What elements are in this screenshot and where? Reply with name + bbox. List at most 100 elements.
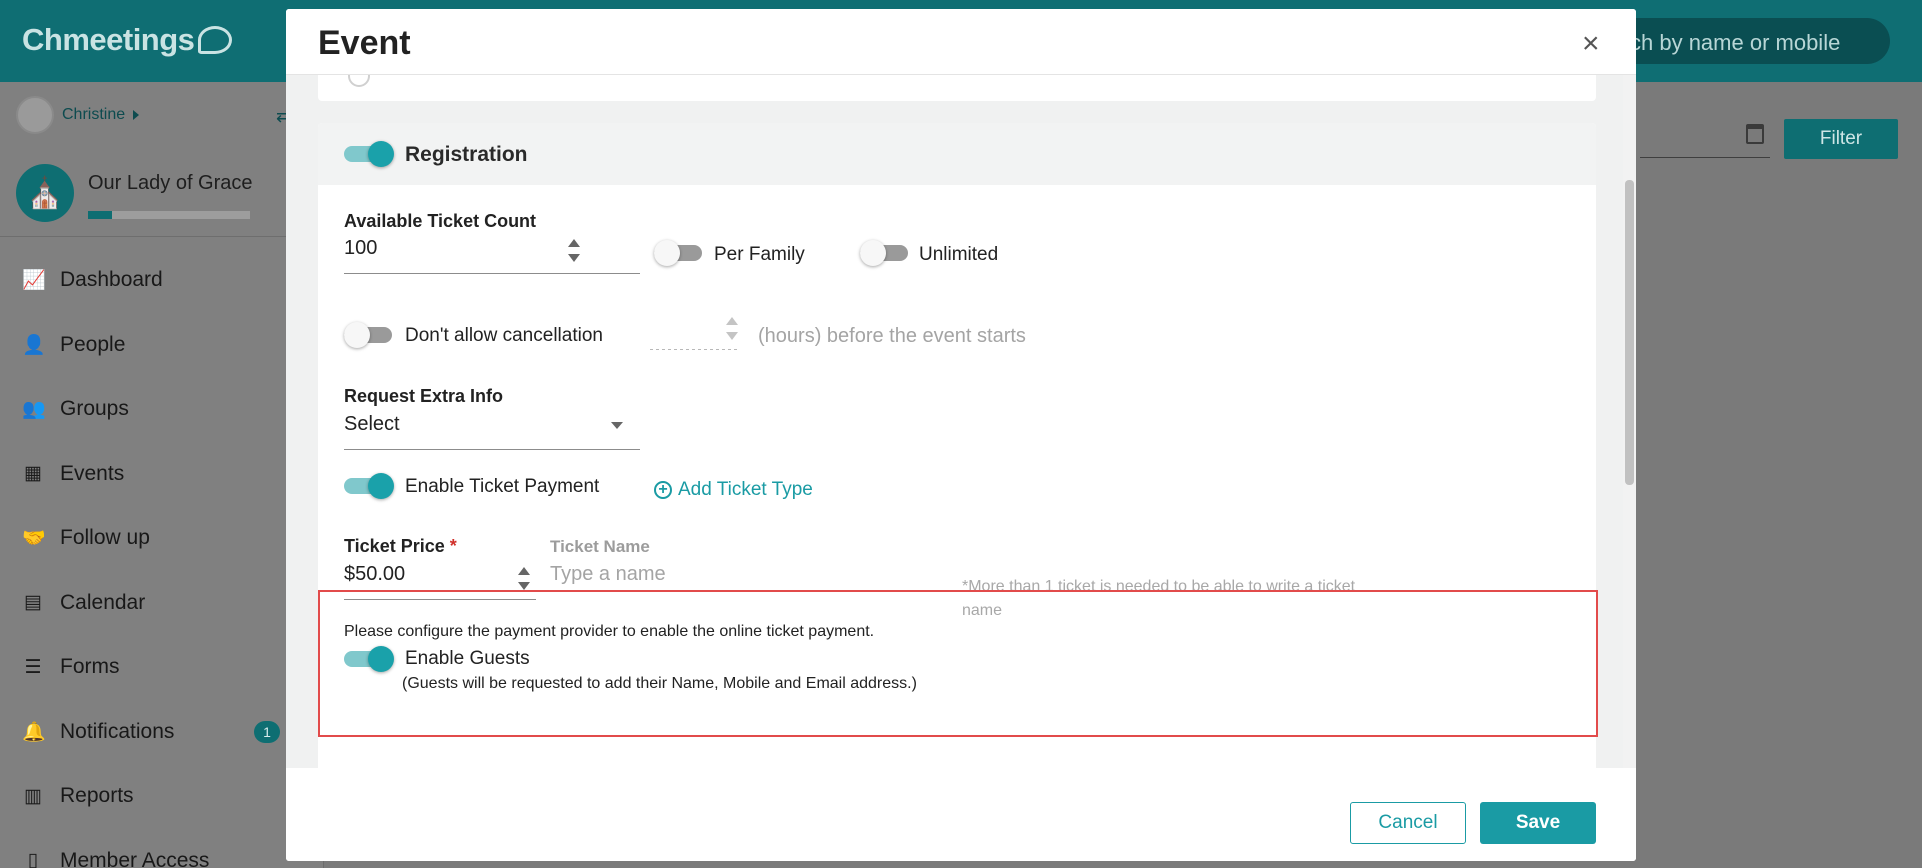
ticket-count-stepper[interactable]: [568, 239, 580, 265]
sidebar-item-reports[interactable]: ▥ Reports: [0, 764, 324, 829]
toggle-knob: [368, 646, 394, 672]
cancellation-hours-stepper[interactable]: [726, 317, 738, 343]
bar-chart-icon: ▥: [24, 785, 42, 807]
modal-header: Event ×: [286, 9, 1636, 75]
registration-header: Registration: [318, 123, 1596, 185]
sidebar-item-dashboard[interactable]: 📈 Dashboard: [0, 248, 324, 313]
plus-circle-icon: +: [654, 481, 672, 499]
ticket-price-stepper[interactable]: [518, 567, 530, 593]
cancellation-toggle[interactable]: [344, 320, 394, 350]
ticket-payment-label: Enable Ticket Payment: [405, 476, 600, 497]
users-icon: 👥: [22, 399, 46, 421]
event-modal: Event × Registration Available Ticket Co…: [286, 9, 1636, 861]
list-icon: ☰: [24, 656, 42, 678]
sidebar-item-label: People: [60, 332, 126, 356]
sidebar-item-label: Notifications: [60, 719, 175, 743]
unlimited-label: Unlimited: [919, 244, 999, 265]
stepper-down-icon[interactable]: [518, 582, 530, 590]
stepper-down-icon[interactable]: [568, 254, 580, 262]
sidebar-item-people[interactable]: 👤 People: [0, 313, 324, 378]
registration-card: Registration Available Ticket Count 100 …: [318, 123, 1596, 768]
calendar-icon[interactable]: [1746, 124, 1764, 144]
avatar: [16, 96, 54, 134]
toggle-knob: [368, 473, 394, 499]
sidebar-item-label: Groups: [60, 397, 129, 421]
sidebar-item-follow-up[interactable]: 🤝 Follow up: [0, 506, 324, 571]
stepper-down-icon[interactable]: [726, 332, 738, 340]
church-info[interactable]: ⛪ Our Lady of Grace: [16, 164, 253, 222]
cancel-button[interactable]: Cancel: [1350, 802, 1466, 844]
global-search-input[interactable]: ch by name or mobile: [1600, 18, 1890, 64]
chart-line-icon: 📈: [22, 270, 46, 292]
ticket-name-input[interactable]: Type a name: [550, 563, 666, 586]
stepper-up-icon[interactable]: [518, 567, 530, 575]
sidebar-item-forms[interactable]: ☰ Forms: [0, 635, 324, 700]
logo-heart-icon: [198, 26, 233, 54]
field-underline: [344, 273, 640, 274]
close-icon[interactable]: ×: [1582, 29, 1600, 59]
ticket-name-label: Ticket Name: [550, 537, 650, 556]
logo-text: Chmeetings: [22, 22, 195, 57]
per-family-label: Per Family: [714, 244, 805, 265]
sidebar-nav: 📈 Dashboard 👤 People 👥 Groups ▦ Events 🤝 Foll…: [0, 248, 324, 868]
ticket-payment-toggle[interactable]: [344, 471, 394, 501]
enable-guests-toggle[interactable]: [344, 644, 394, 674]
add-ticket-type-label: Add Ticket Type: [678, 479, 813, 500]
calendar-icon: ▦: [24, 463, 42, 485]
ticket-count-field[interactable]: 100: [344, 237, 377, 260]
extra-info-label: Request Extra Info: [344, 386, 504, 406]
stepper-up-icon[interactable]: [726, 317, 738, 325]
sidebar-item-label: Dashboard: [60, 268, 163, 292]
stepper-up-icon[interactable]: [568, 239, 580, 247]
field-underline: [344, 449, 640, 450]
sidebar-item-notifications[interactable]: 🔔 Notifications 1: [0, 700, 324, 765]
sidebar-item-calendar[interactable]: ▤ Calendar: [0, 571, 324, 636]
radio-button[interactable]: [348, 75, 370, 87]
cancellation-label: Don't allow cancellation: [405, 325, 603, 346]
ticket-price-label-text: Ticket Price: [344, 536, 445, 556]
toggle-knob: [344, 322, 370, 348]
calendar-grid-icon: ▤: [24, 592, 42, 614]
registration-title: Registration: [405, 143, 528, 166]
toggle-knob: [654, 240, 680, 266]
ticket-name-note: *More than 1 ticket is needed to be able…: [962, 578, 1356, 619]
church-setup-progress-fill: [88, 211, 113, 219]
filter-button[interactable]: Filter: [1784, 119, 1898, 159]
enable-guests-label: Enable Guests: [405, 648, 530, 669]
hours-suffix-text: (hours) before the event starts: [758, 325, 1026, 347]
toggle-knob: [368, 141, 394, 167]
cancellation-hours-field[interactable]: [650, 349, 740, 350]
sidebar-item-label: Events: [60, 461, 125, 485]
sidebar-item-events[interactable]: ▦ Events: [0, 442, 324, 507]
sidebar-item-label: Member Access: [60, 848, 210, 868]
modal-body[interactable]: Registration Available Ticket Count 100 …: [286, 75, 1636, 768]
user-menu[interactable]: Christine: [16, 96, 140, 134]
ticket-price-label: Ticket Price *: [344, 536, 457, 557]
required-marker: *: [449, 536, 457, 556]
previous-section-card: [318, 75, 1596, 101]
chevron-down-icon[interactable]: [611, 422, 623, 429]
add-ticket-type-link[interactable]: + Add Ticket Type: [654, 479, 813, 501]
search-placeholder: ch by name or mobile: [1630, 30, 1841, 55]
person-icon: 👤: [22, 334, 46, 356]
church-icon: ⛪: [16, 164, 74, 222]
caret-right-icon: [133, 110, 140, 120]
scrollbar-thumb[interactable]: [1625, 180, 1634, 485]
sidebar-item-label: Follow up: [60, 526, 150, 550]
ticket-price-field[interactable]: $50.00: [344, 563, 405, 586]
handshake-icon: 🤝: [22, 528, 46, 550]
registration-toggle[interactable]: [344, 139, 394, 169]
divider: [0, 236, 324, 237]
field-underline: [344, 599, 536, 600]
app-logo[interactable]: Chmeetings: [22, 22, 233, 58]
church-name: Our Lady of Grace: [88, 172, 253, 194]
sidebar-item-member-access[interactable]: ▯ Member Access: [0, 829, 324, 868]
save-button[interactable]: Save: [1480, 802, 1596, 844]
sidebar-item-groups[interactable]: 👥 Groups: [0, 377, 324, 442]
unlimited-toggle[interactable]: [860, 238, 910, 268]
bell-icon: 🔔: [22, 721, 46, 743]
per-family-toggle[interactable]: [654, 238, 704, 268]
date-filter-input[interactable]: [1640, 116, 1770, 158]
payment-provider-message: Please configure the payment provider to…: [344, 623, 875, 640]
extra-info-select[interactable]: Select: [344, 413, 400, 436]
